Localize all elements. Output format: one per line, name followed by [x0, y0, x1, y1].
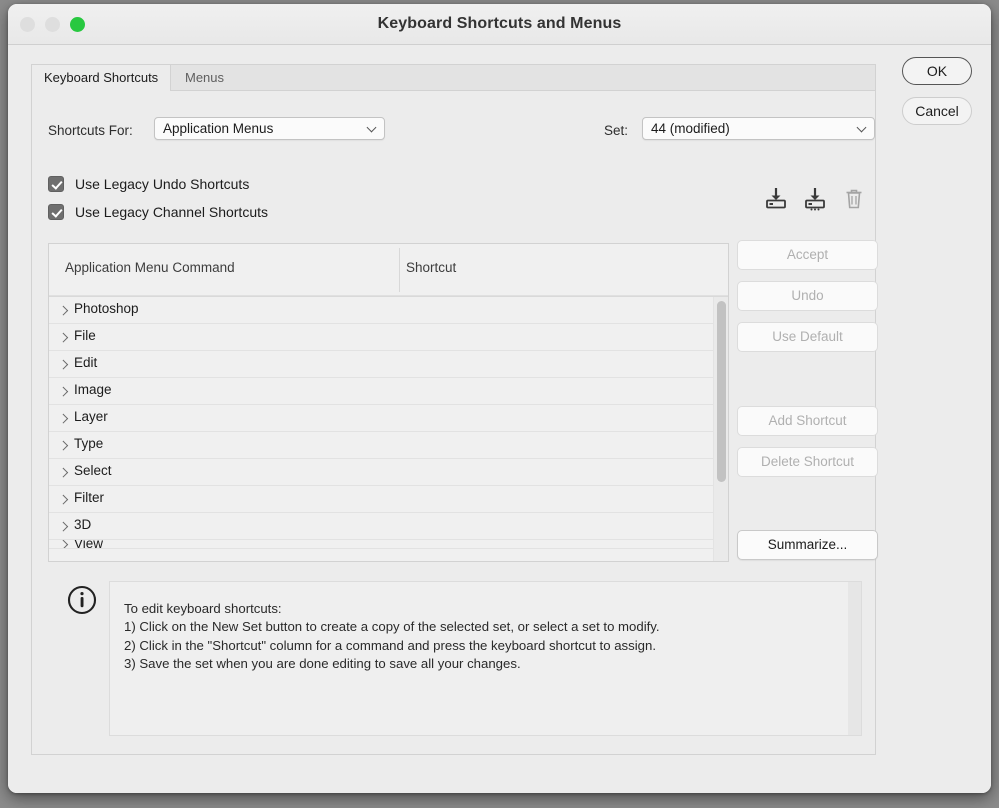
info-panel: To edit keyboard shortcuts: 1) Click on …: [109, 581, 862, 736]
row-command-label: Layer: [74, 409, 108, 424]
save-set-as-icon[interactable]: [804, 187, 826, 211]
table-header: Application Menu Command Shortcut: [49, 244, 728, 296]
row-command-label: Image: [74, 382, 112, 397]
undo-button[interactable]: Undo: [737, 281, 878, 311]
use-legacy-channel-shortcuts-label: Use Legacy Channel Shortcuts: [75, 204, 268, 220]
table-row[interactable]: Type: [49, 432, 728, 459]
info-line: To edit keyboard shortcuts:: [124, 601, 282, 616]
window-title: Keyboard Shortcuts and Menus: [377, 15, 622, 32]
chevron-right-icon[interactable]: [60, 495, 67, 505]
row-command-label: Type: [74, 436, 104, 451]
shortcuts-for-value: Application Menus: [163, 121, 274, 136]
column-header-shortcut: Shortcut: [406, 260, 457, 275]
chevron-down-icon: [858, 124, 867, 133]
set-label: Set:: [604, 123, 629, 138]
chevron-down-icon: [368, 124, 377, 133]
info-scrollbar[interactable]: [848, 582, 861, 735]
info-circle-icon: [67, 585, 97, 615]
delete-shortcut-button[interactable]: Delete Shortcut: [737, 447, 878, 477]
main-panel: Keyboard Shortcuts Menus Shortcuts For: …: [31, 64, 878, 755]
chevron-right-icon[interactable]: [60, 306, 67, 316]
scrollbar-thumb[interactable]: [717, 301, 726, 482]
dialog-body: OK Cancel Keyboard Shortcuts Menus Short…: [8, 45, 991, 793]
table-row[interactable]: File: [49, 324, 728, 351]
title-bar: Keyboard Shortcuts and Menus: [8, 4, 991, 45]
table-row[interactable]: Edit: [49, 351, 728, 378]
checkbox-check-icon: [48, 176, 64, 192]
table-row[interactable]: 3D: [49, 513, 728, 540]
checkbox-check-icon: [48, 204, 64, 220]
accept-button[interactable]: Accept: [737, 240, 878, 270]
row-command-label: Photoshop: [74, 301, 139, 316]
table-row[interactable]: Image: [49, 378, 728, 405]
chevron-right-icon[interactable]: [60, 441, 67, 451]
set-dropdown[interactable]: 44 (modified): [642, 117, 875, 140]
tab-menus[interactable]: Menus: [173, 65, 236, 91]
row-command-label: Edit: [74, 355, 98, 370]
info-line: 1) Click on the New Set button to create…: [124, 619, 660, 635]
table-row[interactable]: Filter: [49, 486, 728, 513]
chevron-right-icon[interactable]: [60, 333, 67, 343]
shortcuts-for-label: Shortcuts For:: [48, 123, 133, 138]
table-row[interactable]: View: [49, 540, 728, 549]
use-legacy-channel-shortcuts-checkbox[interactable]: Use Legacy Channel Shortcuts: [48, 204, 268, 220]
row-command-label: File: [74, 328, 96, 343]
summarize-button[interactable]: Summarize...: [737, 530, 878, 560]
tab-strip: Keyboard Shortcuts Menus: [32, 65, 875, 91]
save-set-icon[interactable]: [765, 187, 787, 211]
table-vertical-scrollbar[interactable]: [713, 297, 728, 561]
shortcuts-table: Application Menu Command Shortcut Photos…: [48, 243, 729, 562]
table-row[interactable]: Select: [49, 459, 728, 486]
set-value: 44 (modified): [651, 121, 730, 136]
chevron-right-icon[interactable]: [60, 540, 67, 548]
chevron-right-icon[interactable]: [60, 387, 67, 397]
row-command-label: Select: [74, 463, 112, 478]
info-line: 3) Save the set when you are done editin…: [124, 655, 521, 671]
header-divider: [399, 248, 400, 292]
tab-keyboard-shortcuts[interactable]: Keyboard Shortcuts: [32, 65, 172, 91]
chevron-right-icon[interactable]: [60, 468, 67, 478]
chevron-right-icon[interactable]: [60, 414, 67, 424]
row-command-label: Filter: [74, 490, 104, 505]
cancel-button[interactable]: Cancel: [902, 97, 972, 125]
column-header-command: Application Menu Command: [65, 260, 235, 275]
add-shortcut-button[interactable]: Add Shortcut: [737, 406, 878, 436]
row-command-label: 3D: [74, 517, 92, 532]
dialog-window: Keyboard Shortcuts and Menus OK Cancel K…: [8, 4, 991, 793]
table-row[interactable]: Layer: [49, 405, 728, 432]
chevron-right-icon[interactable]: [60, 522, 67, 532]
use-legacy-undo-shortcuts-checkbox[interactable]: Use Legacy Undo Shortcuts: [48, 176, 249, 192]
shortcuts-for-dropdown[interactable]: Application Menus: [154, 117, 385, 140]
use-default-button[interactable]: Use Default: [737, 322, 878, 352]
ok-button[interactable]: OK: [902, 57, 972, 85]
set-actions-toolbar: [765, 187, 865, 211]
info-line: 2) Click in the "Shortcut" column for a …: [124, 637, 656, 653]
table-body[interactable]: Photoshop File Edit Image Layer Type Sel…: [49, 296, 728, 561]
use-legacy-undo-shortcuts-label: Use Legacy Undo Shortcuts: [75, 176, 250, 192]
delete-set-icon: [843, 187, 865, 211]
row-command-label: View: [74, 540, 104, 549]
chevron-right-icon[interactable]: [60, 360, 67, 370]
table-row[interactable]: Photoshop: [49, 297, 728, 324]
